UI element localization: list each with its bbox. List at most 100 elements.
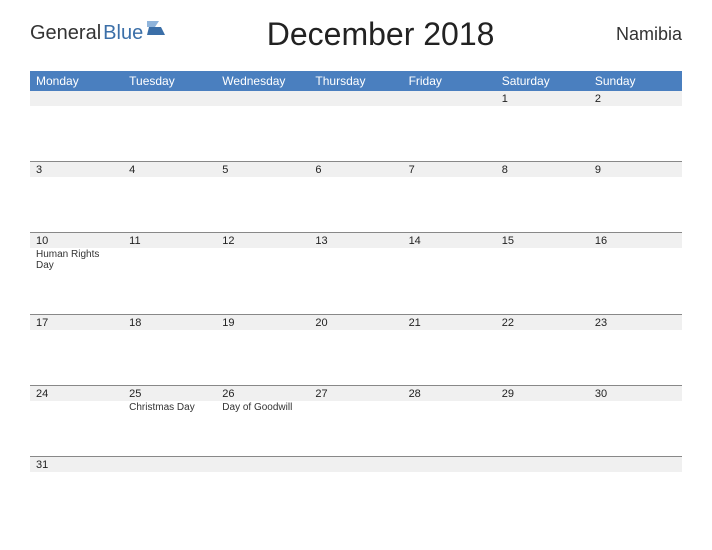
day-event [309,106,402,118]
region-label: Namibia [592,24,682,45]
day-cell: 2 [589,91,682,118]
day-header-row: Monday Tuesday Wednesday Thursday Friday… [30,71,682,91]
day-event [30,106,123,118]
day-event [123,106,216,118]
day-number [589,457,682,472]
day-cell: 5 [216,162,309,189]
week-num-band: 3456789 [30,161,682,189]
day-cell: 28 [403,386,496,413]
day-header: Sunday [589,71,682,91]
day-event [216,177,309,189]
day-event [403,330,496,342]
day-number [403,91,496,106]
day-number: 8 [496,162,589,177]
week-body [30,342,682,385]
day-number: 24 [30,386,123,401]
day-cell [309,91,402,118]
day-event [309,248,402,260]
day-number: 28 [403,386,496,401]
day-cell: 27 [309,386,402,413]
week-body [30,271,682,314]
day-event [496,106,589,118]
day-number: 4 [123,162,216,177]
day-event [496,472,589,484]
week-row: 17181920212223 [30,314,682,385]
day-event [403,472,496,484]
logo-text-blue: Blue [103,22,143,45]
day-number: 23 [589,315,682,330]
week-row: 10Human Rights Day111213141516 [30,232,682,314]
day-cell [30,91,123,118]
day-number: 13 [309,233,402,248]
day-number: 30 [589,386,682,401]
day-cell: 14 [403,233,496,271]
day-cell [403,91,496,118]
day-cell [123,91,216,118]
day-cell [496,457,589,484]
day-number: 29 [496,386,589,401]
day-event [403,177,496,189]
day-number: 9 [589,162,682,177]
day-number [123,457,216,472]
day-event [30,401,123,413]
day-number: 1 [496,91,589,106]
day-number [123,91,216,106]
day-event [30,177,123,189]
day-number [496,457,589,472]
day-event [123,330,216,342]
day-event: Day of Goodwill [216,401,309,413]
day-number: 15 [496,233,589,248]
page-title: December 2018 [169,16,592,53]
day-number: 16 [589,233,682,248]
logo-text-general: General [30,22,101,45]
day-cell: 20 [309,315,402,342]
day-cell: 6 [309,162,402,189]
week-body [30,413,682,456]
day-event [496,401,589,413]
day-cell: 24 [30,386,123,413]
day-header: Monday [30,71,123,91]
header: GeneralBlue December 2018 Namibia [30,20,682,53]
day-cell: 13 [309,233,402,271]
day-event [496,177,589,189]
day-event [216,248,309,260]
day-cell [216,457,309,484]
day-event [589,472,682,484]
day-event [589,330,682,342]
day-cell: 10Human Rights Day [30,233,123,271]
day-cell: 3 [30,162,123,189]
day-cell: 9 [589,162,682,189]
day-event [216,330,309,342]
day-number: 7 [403,162,496,177]
day-number: 2 [589,91,682,106]
day-number: 6 [309,162,402,177]
day-event: Christmas Day [123,401,216,413]
day-cell [589,457,682,484]
day-header: Thursday [309,71,402,91]
day-cell: 30 [589,386,682,413]
week-num-band: 12 [30,91,682,118]
day-cell: 7 [403,162,496,189]
day-number: 31 [30,457,123,472]
day-number: 21 [403,315,496,330]
day-cell: 21 [403,315,496,342]
day-event [309,330,402,342]
day-number [309,457,402,472]
week-body [30,189,682,232]
day-event [496,330,589,342]
day-cell: 12 [216,233,309,271]
day-cell: 19 [216,315,309,342]
week-row: 12 [30,91,682,161]
day-event [309,177,402,189]
day-cell: 18 [123,315,216,342]
day-cell: 11 [123,233,216,271]
day-cell [216,91,309,118]
day-header: Friday [403,71,496,91]
day-number: 17 [30,315,123,330]
day-number: 22 [496,315,589,330]
day-cell: 22 [496,315,589,342]
day-number: 25 [123,386,216,401]
week-body [30,484,682,527]
day-header: Wednesday [216,71,309,91]
day-event [309,401,402,413]
